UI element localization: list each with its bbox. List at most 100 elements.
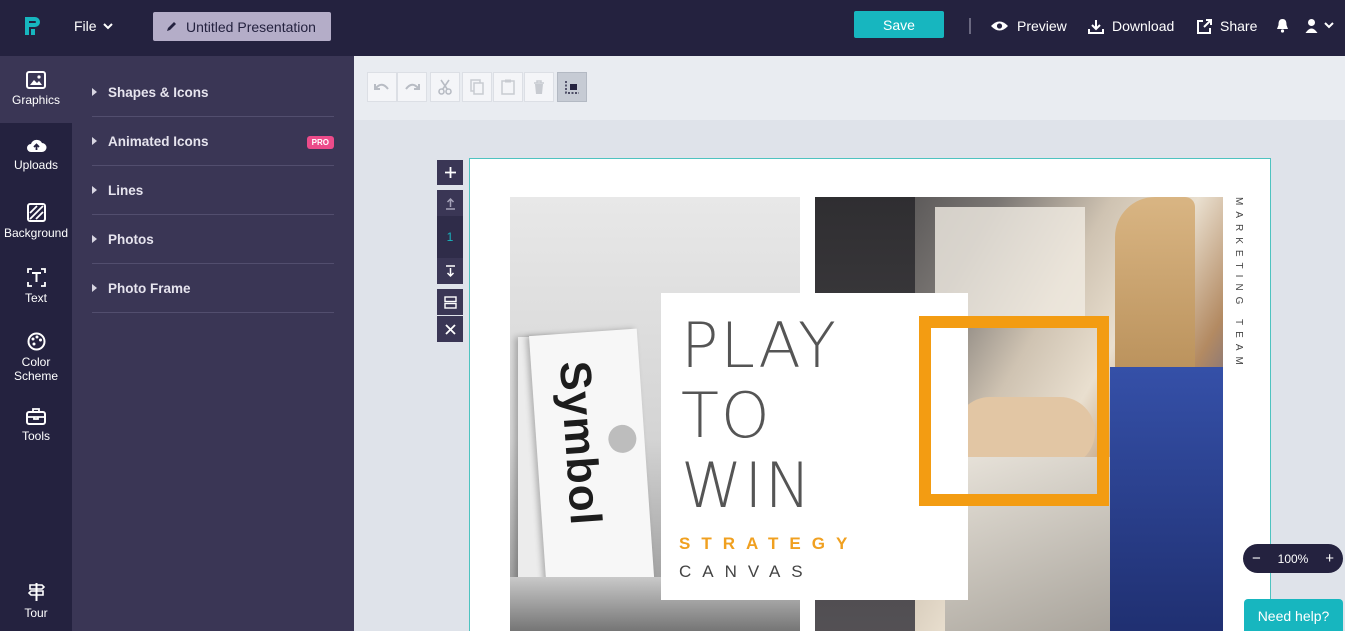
save-button[interactable]: Save (854, 11, 944, 38)
move-slide-up-button[interactable] (437, 190, 463, 216)
eye-icon (991, 21, 1008, 31)
caret-right-icon (92, 235, 97, 243)
panel-item-label: Lines (108, 182, 144, 198)
caret-right-icon (92, 137, 97, 145)
copy-button[interactable] (462, 72, 492, 102)
panel-item-photos[interactable]: Photos (92, 215, 334, 264)
preview-button[interactable]: Preview (990, 18, 1067, 34)
subtitle-canvas[interactable]: CANVAS (679, 562, 814, 582)
edit-toolbar (354, 56, 1345, 120)
selection-icon (564, 80, 579, 94)
signpost-icon (27, 583, 45, 601)
share-icon (1197, 18, 1212, 34)
clipboard-icon (501, 79, 515, 95)
graphics-panel: Shapes & Icons Animated Icons PRO Lines … (72, 56, 354, 631)
rail-item-tour[interactable]: Tour (0, 582, 72, 620)
file-menu-label: File (74, 18, 97, 34)
redo-button[interactable] (397, 72, 427, 102)
background-hatch-icon (26, 203, 46, 222)
file-menu[interactable]: File (74, 18, 113, 34)
slide-number: 1 (437, 216, 463, 258)
user-menu[interactable] (1305, 18, 1334, 33)
left-rail: Graphics Uploads Background Text Color S… (0, 56, 72, 631)
caret-right-icon (92, 284, 97, 292)
rail-item-uploads[interactable]: Uploads (0, 138, 72, 172)
paste-button[interactable] (493, 72, 523, 102)
rail-item-label: Uploads (13, 158, 59, 172)
vertical-team-label[interactable]: MARKETING TEAM (1230, 197, 1244, 427)
book-title: Symbol (549, 359, 611, 528)
toolbar-divider (969, 18, 971, 34)
rail-item-graphics[interactable]: Graphics (0, 56, 72, 123)
subtitle-strategy[interactable]: STRATEGY (679, 534, 858, 554)
zoom-control: − 100% + (1243, 544, 1343, 573)
presentation-title-field[interactable]: Untitled Presentation (153, 12, 331, 41)
blue-shirt-shape (1110, 367, 1223, 631)
slide-canvas[interactable]: Symbol PLAY TO WIN STRATEGY CANVAS MARKE… (469, 158, 1271, 631)
rail-item-tools[interactable]: Tools (0, 408, 72, 443)
preview-label: Preview (1017, 18, 1067, 34)
app-logo-icon[interactable] (22, 14, 44, 38)
rail-item-label: Tools (21, 429, 50, 443)
panel-item-label: Shapes & Icons (108, 84, 209, 100)
panel-item-animated-icons[interactable]: Animated Icons PRO (92, 117, 334, 166)
panel-item-photo-frame[interactable]: Photo Frame (92, 264, 334, 313)
rail-item-label: Text (24, 291, 47, 305)
text-icon (26, 268, 46, 287)
arrow-down-icon (445, 264, 455, 277)
panel-item-label: Photos (108, 231, 154, 247)
duplicate-slide-button[interactable] (437, 289, 463, 315)
caret-right-icon (92, 88, 97, 96)
arrow-up-icon (445, 197, 455, 210)
user-icon (1305, 19, 1318, 33)
book-sticker (607, 423, 638, 454)
download-icon (1088, 19, 1104, 34)
zoom-level: 100% (1277, 551, 1309, 566)
delete-button[interactable] (524, 72, 554, 102)
panel-item-label: Photo Frame (108, 280, 191, 296)
undo-button[interactable] (367, 72, 397, 102)
bell-icon[interactable] (1276, 18, 1289, 33)
undo-icon (374, 83, 389, 90)
plus-icon (444, 167, 456, 178)
headline-line-3[interactable]: WIN (681, 451, 813, 521)
select-area-button[interactable] (557, 72, 587, 102)
delete-slide-button[interactable] (437, 316, 463, 342)
panel-item-label: Animated Icons (108, 133, 209, 149)
share-button[interactable]: Share (1197, 18, 1257, 34)
cloud-upload-icon (26, 139, 46, 152)
add-slide-button[interactable] (437, 160, 463, 185)
need-help-button[interactable]: Need help? (1244, 599, 1343, 631)
zoom-in-button[interactable]: + (1325, 550, 1334, 567)
rail-item-label: Background (3, 226, 69, 240)
cut-button[interactable] (430, 72, 460, 102)
toolbox-icon (26, 408, 46, 425)
scissors-icon (438, 79, 452, 95)
share-label: Share (1220, 18, 1258, 34)
download-label: Download (1112, 18, 1175, 34)
caret-right-icon (92, 186, 97, 194)
rail-item-label: Color Scheme (13, 355, 59, 383)
rail-item-background[interactable]: Background (0, 203, 72, 240)
move-slide-down-button[interactable] (437, 258, 463, 284)
pro-badge: PRO (306, 136, 334, 149)
copy-icon (470, 79, 484, 95)
trash-icon (534, 79, 544, 94)
headline-line-2[interactable]: TO (681, 381, 772, 451)
panel-item-shapes-icons[interactable]: Shapes & Icons (92, 68, 334, 117)
headline-line-1[interactable]: PLAY (681, 311, 838, 381)
palette-icon (27, 332, 45, 351)
rail-item-label: Graphics (11, 93, 61, 107)
layout-rows-icon (443, 295, 457, 309)
rail-item-text[interactable]: Text (0, 268, 72, 305)
panel-item-lines[interactable]: Lines (92, 166, 334, 215)
zoom-out-button[interactable]: − (1252, 550, 1261, 567)
rail-item-color-scheme[interactable]: Color Scheme (0, 332, 72, 383)
rail-item-label: Tour (24, 606, 48, 620)
close-icon (444, 323, 456, 335)
redo-icon (405, 83, 420, 90)
chevron-down-icon (102, 22, 113, 29)
orange-square-frame[interactable] (919, 316, 1109, 506)
download-button[interactable]: Download (1088, 18, 1174, 34)
image-icon (26, 71, 46, 89)
